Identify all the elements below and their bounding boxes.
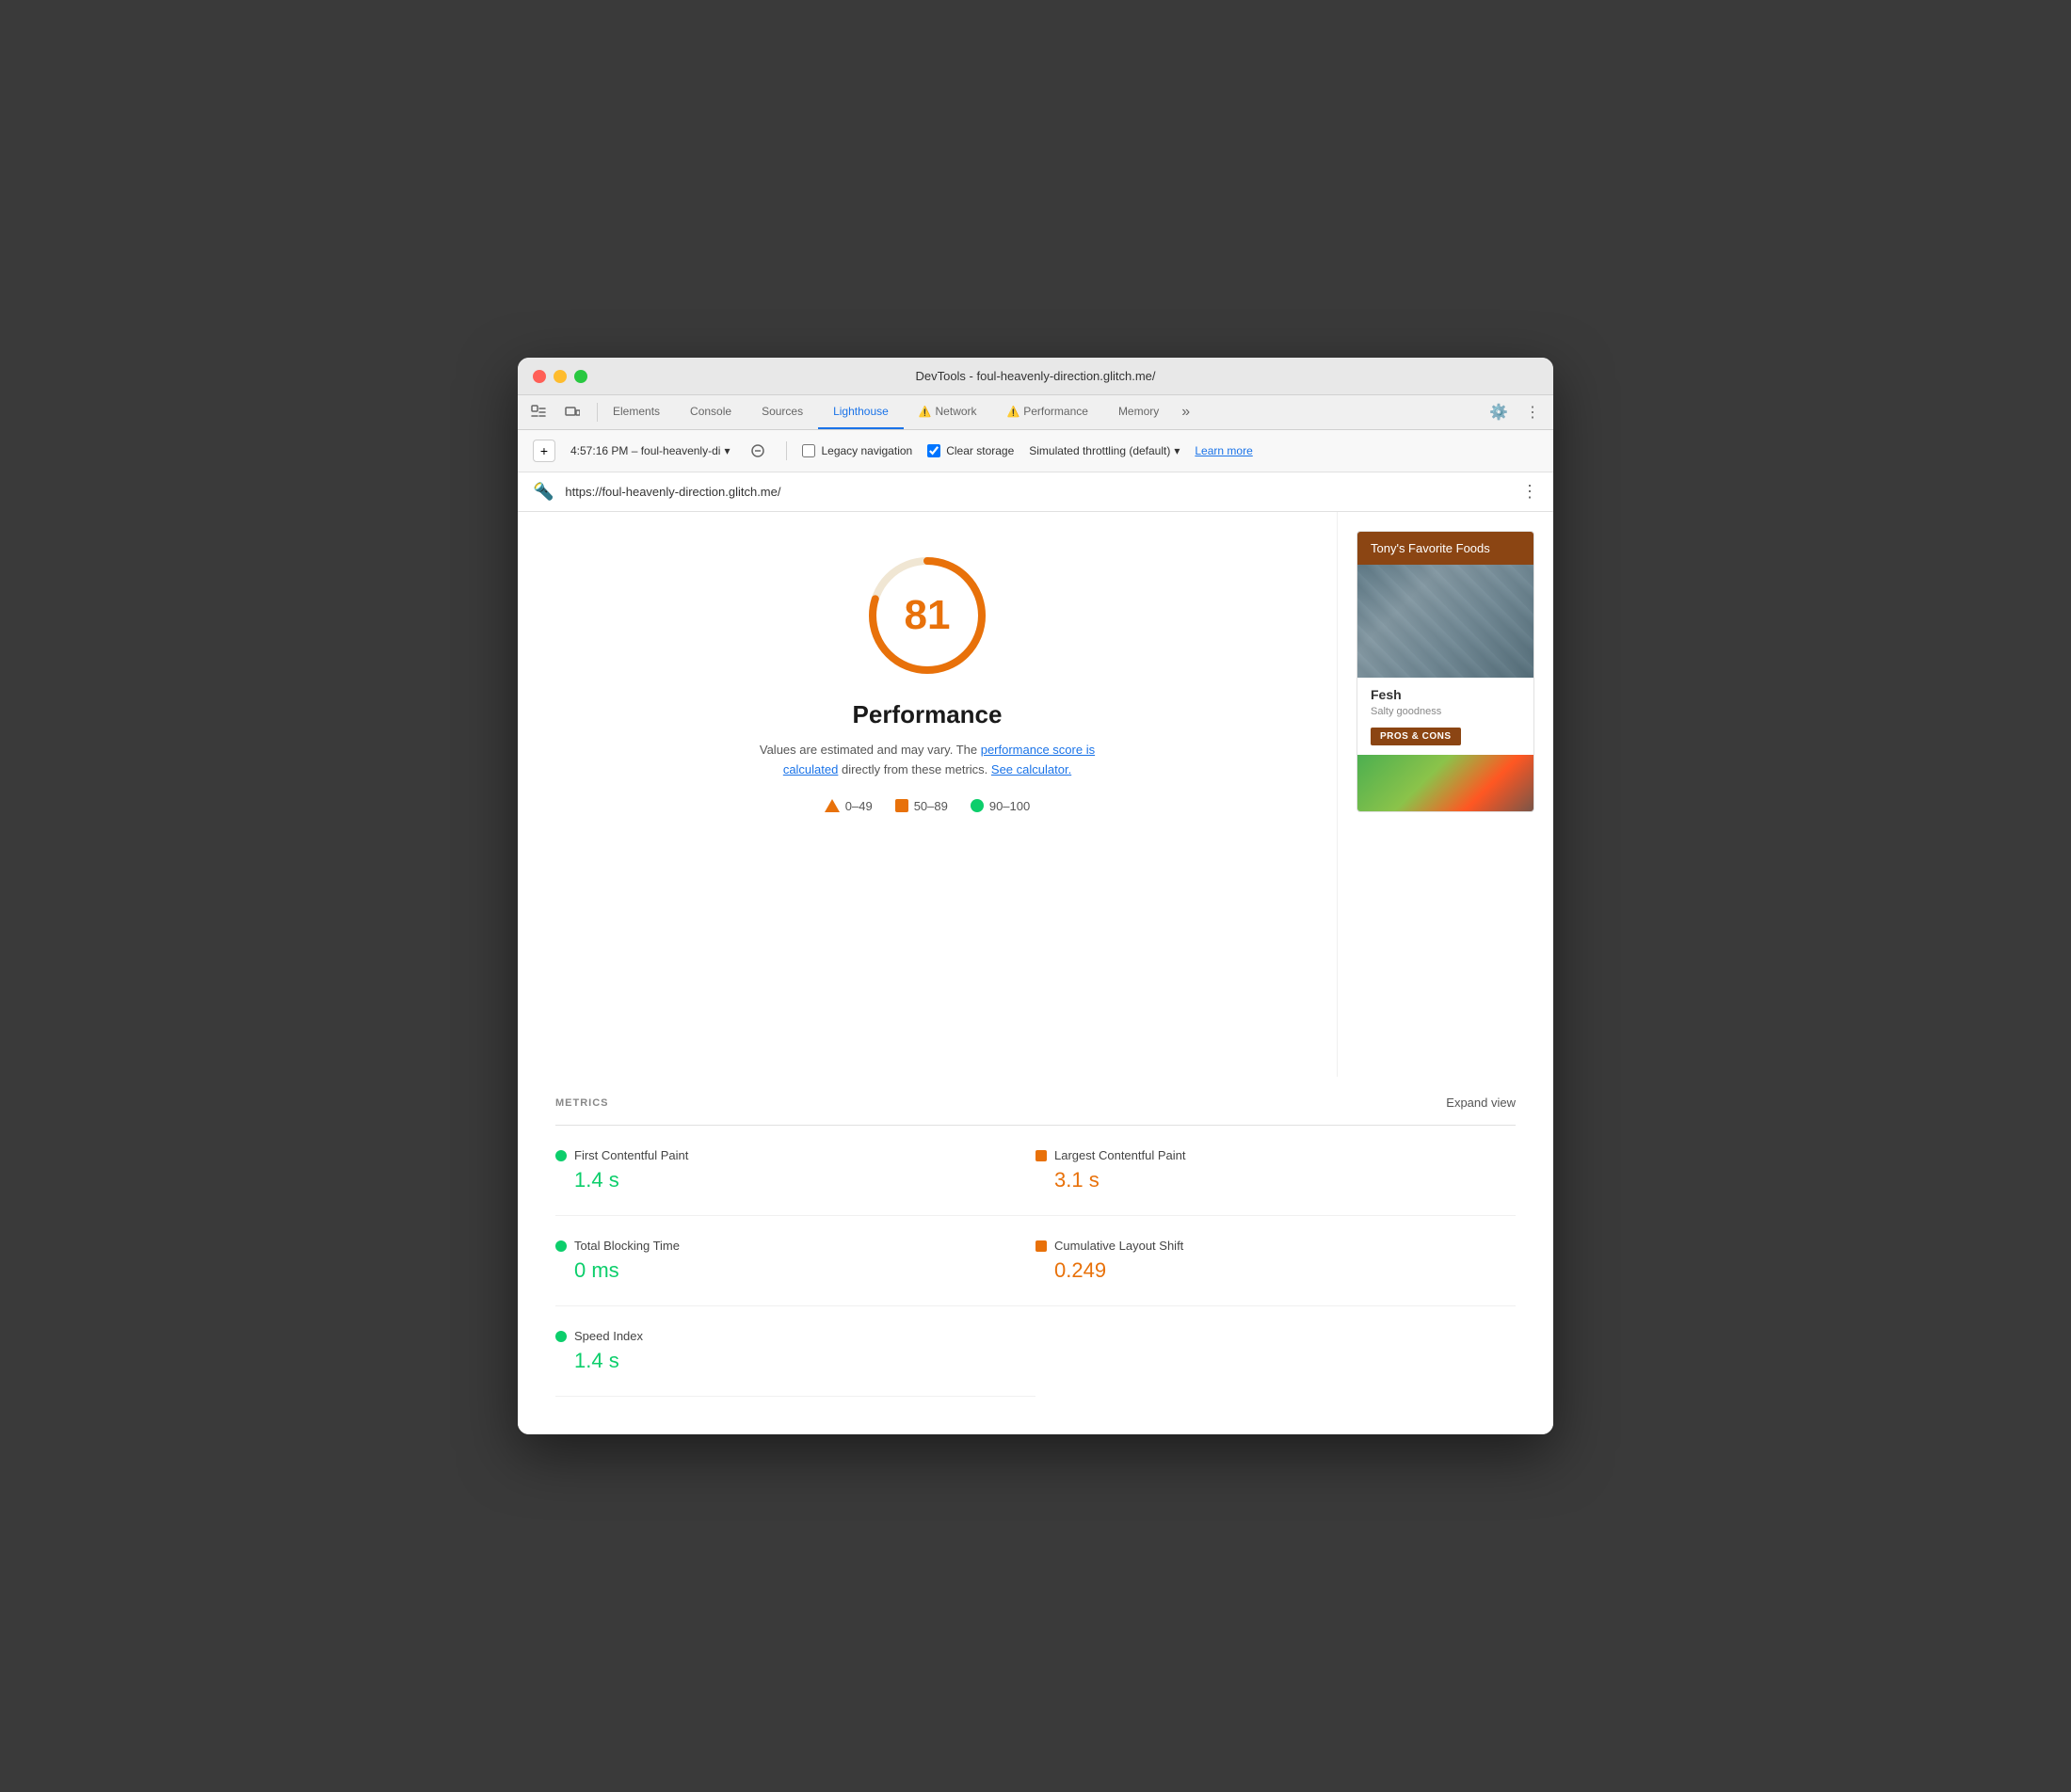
metric-tbt-name-row: Total Blocking Time	[555, 1239, 1036, 1253]
metric-tbt: Total Blocking Time 0 ms	[555, 1216, 1036, 1306]
tab-sources[interactable]: Sources	[747, 395, 818, 429]
left-panel: 81 Performance Values are estimated and …	[518, 512, 1337, 1077]
more-tabs-button[interactable]: »	[1174, 396, 1197, 428]
minimize-button[interactable]	[554, 370, 567, 383]
preview-body: Fesh Salty goodness PROS & CONS	[1357, 678, 1533, 755]
metric-tbt-label: Total Blocking Time	[574, 1239, 680, 1253]
clear-storage-group: Clear storage	[927, 444, 1014, 457]
maximize-button[interactable]	[574, 370, 587, 383]
inspect-icon[interactable]	[525, 399, 552, 425]
tab-actions: ⚙️ ⋮	[1485, 399, 1546, 425]
metrics-label: METRICS	[555, 1097, 609, 1109]
tab-console[interactable]: Console	[675, 395, 747, 429]
metric-si-name-row: Speed Index	[555, 1329, 1036, 1343]
metric-si: Speed Index 1.4 s	[555, 1306, 1036, 1397]
devtools-window: DevTools - foul-heavenly-direction.glitc…	[518, 358, 1553, 1434]
poor-icon	[825, 799, 840, 812]
metric-si-label: Speed Index	[574, 1329, 643, 1343]
good-icon	[971, 799, 984, 812]
responsive-icon[interactable]	[559, 399, 586, 425]
metric-cls: Cumulative Layout Shift 0.249	[1036, 1216, 1516, 1306]
metric-fcp-value: 1.4 s	[555, 1168, 1036, 1192]
clear-storage-checkbox[interactable]	[927, 444, 940, 457]
performance-warning-icon: ⚠️	[1007, 406, 1020, 418]
calculator-link[interactable]: See calculator.	[991, 762, 1071, 776]
legend-needs-improvement: 50–89	[895, 799, 948, 813]
metric-lcp-name-row: Largest Contentful Paint	[1036, 1148, 1516, 1162]
metric-fcp-indicator	[555, 1150, 567, 1161]
metric-fcp-label: First Contentful Paint	[574, 1148, 688, 1162]
legacy-nav-checkbox[interactable]	[802, 444, 815, 457]
session-dropdown-icon: ▾	[724, 444, 730, 457]
tab-lighthouse[interactable]: Lighthouse	[818, 395, 904, 429]
score-circle: 81	[861, 550, 993, 681]
legacy-nav-group: Legacy navigation	[802, 444, 912, 457]
throttle-selector[interactable]: Simulated throttling (default) ▾	[1029, 444, 1180, 457]
preview-food-image	[1357, 755, 1533, 811]
legend-poor: 0–49	[825, 799, 873, 813]
throttle-dropdown-icon: ▾	[1174, 444, 1180, 457]
pros-cons-button[interactable]: PROS & CONS	[1371, 728, 1461, 745]
network-warning-icon: ⚠️	[919, 406, 932, 418]
close-button[interactable]	[533, 370, 546, 383]
learn-more-link[interactable]: Learn more	[1195, 444, 1252, 457]
url-text: https://foul-heavenly-direction.glitch.m…	[565, 485, 1510, 499]
metric-si-indicator	[555, 1331, 567, 1342]
session-selector[interactable]: 4:57:16 PM – foul-heavenly-di ▾	[570, 444, 730, 457]
performance-title: Performance	[853, 700, 1003, 729]
metric-fcp: First Contentful Paint 1.4 s	[555, 1126, 1036, 1216]
legend-good: 90–100	[971, 799, 1030, 813]
clear-storage-label: Clear storage	[946, 444, 1014, 457]
traffic-lights	[533, 370, 587, 383]
score-value: 81	[905, 592, 951, 639]
toolbar: + 4:57:16 PM – foul-heavenly-di ▾ Legacy…	[518, 430, 1553, 472]
tab-network[interactable]: ⚠️ Network	[904, 395, 992, 429]
metric-lcp-indicator	[1036, 1150, 1047, 1161]
tab-icons	[525, 399, 586, 425]
metric-tbt-value: 0 ms	[555, 1258, 1036, 1283]
metric-fcp-name-row: First Contentful Paint	[555, 1148, 1036, 1162]
preview-card: Tony's Favorite Foods Fesh Salty goodnes…	[1357, 531, 1534, 812]
metric-lcp-value: 3.1 s	[1036, 1168, 1516, 1192]
tab-performance[interactable]: ⚠️ Performance	[992, 395, 1103, 429]
expand-view-button[interactable]: Expand view	[1446, 1096, 1516, 1110]
metric-cls-label: Cumulative Layout Shift	[1054, 1239, 1183, 1253]
toolbar-divider	[786, 441, 787, 460]
delete-session-icon[interactable]	[745, 438, 771, 464]
metrics-grid: First Contentful Paint 1.4 s Largest Con…	[555, 1126, 1516, 1397]
settings-icon[interactable]: ⚙️	[1485, 399, 1512, 425]
performance-subtitle: Values are estimated and may vary. The p…	[748, 741, 1106, 780]
preview-header: Tony's Favorite Foods	[1357, 532, 1533, 565]
metric-lcp-label: Largest Contentful Paint	[1054, 1148, 1185, 1162]
score-legend: 0–49 50–89 90–100	[825, 799, 1030, 813]
tab-bar: Elements Console Sources Lighthouse ⚠️ N…	[518, 395, 1553, 430]
right-panel: Tony's Favorite Foods Fesh Salty goodnes…	[1337, 512, 1553, 1077]
metric-cls-name-row: Cumulative Layout Shift	[1036, 1239, 1516, 1253]
fish-decoration	[1357, 565, 1533, 678]
metric-cls-indicator	[1036, 1240, 1047, 1252]
metrics-header: METRICS Expand view	[555, 1077, 1516, 1126]
title-bar: DevTools - foul-heavenly-direction.glitc…	[518, 358, 1553, 395]
url-menu-icon[interactable]: ⋮	[1521, 482, 1538, 502]
metric-tbt-indicator	[555, 1240, 567, 1252]
metric-si-value: 1.4 s	[555, 1349, 1036, 1373]
needs-improvement-icon	[895, 799, 908, 812]
tab-elements[interactable]: Elements	[598, 395, 675, 429]
add-session-button[interactable]: +	[533, 440, 555, 462]
legacy-nav-label: Legacy navigation	[821, 444, 912, 457]
metrics-section: METRICS Expand view First Contentful Pai…	[518, 1077, 1553, 1434]
preview-item-subtitle: Salty goodness	[1371, 706, 1520, 717]
tab-memory[interactable]: Memory	[1103, 395, 1174, 429]
more-options-icon[interactable]: ⋮	[1519, 399, 1546, 425]
metric-cls-value: 0.249	[1036, 1258, 1516, 1283]
preview-item-title: Fesh	[1371, 687, 1520, 702]
metric-lcp: Largest Contentful Paint 3.1 s	[1036, 1126, 1516, 1216]
url-bar: 🔦 https://foul-heavenly-direction.glitch…	[518, 472, 1553, 512]
metric-empty	[1036, 1306, 1516, 1397]
window-title: DevTools - foul-heavenly-direction.glitc…	[915, 369, 1155, 383]
preview-fish-image	[1357, 565, 1533, 678]
main-content: 81 Performance Values are estimated and …	[518, 512, 1553, 1077]
lighthouse-icon: 🔦	[533, 482, 554, 502]
